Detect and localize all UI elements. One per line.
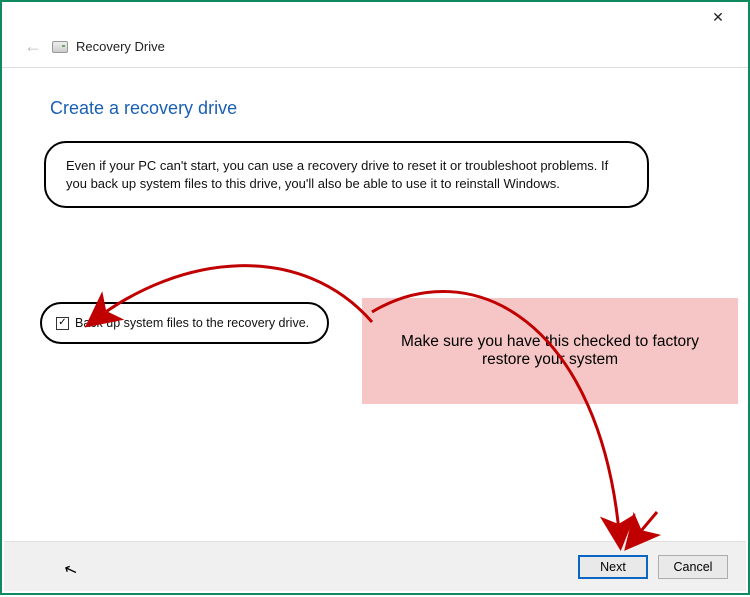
wizard-header: ← Recovery Drive	[2, 32, 748, 68]
title-bar: ✕	[2, 2, 748, 32]
cancel-button[interactable]: Cancel	[658, 555, 728, 579]
drive-icon	[52, 41, 68, 53]
description-callout: Even if your PC can't start, you can use…	[44, 141, 649, 208]
back-arrow-icon: ←	[24, 36, 42, 57]
checkbox-callout: ✓ Back up system files to the recovery d…	[40, 302, 329, 344]
close-button[interactable]: ✕	[698, 3, 738, 31]
check-icon: ✓	[58, 318, 66, 328]
wizard-footer: Next Cancel	[4, 541, 746, 591]
close-icon: ✕	[712, 9, 724, 26]
wizard-title: Recovery Drive	[76, 39, 165, 54]
annotation-callout: Make sure you have this checked to facto…	[362, 298, 738, 404]
annotation-text: Make sure you have this checked to facto…	[376, 333, 724, 369]
backup-checkbox[interactable]: ✓	[56, 317, 69, 330]
page-heading: Create a recovery drive	[50, 98, 700, 119]
wizard-content: Create a recovery drive Even if your PC …	[2, 68, 748, 208]
backup-checkbox-label: Back up system files to the recovery dri…	[75, 316, 309, 330]
wizard-window: ✕ ← Recovery Drive Create a recovery dri…	[0, 0, 750, 595]
description-text: Even if your PC can't start, you can use…	[66, 157, 627, 192]
next-button[interactable]: Next	[578, 555, 648, 579]
